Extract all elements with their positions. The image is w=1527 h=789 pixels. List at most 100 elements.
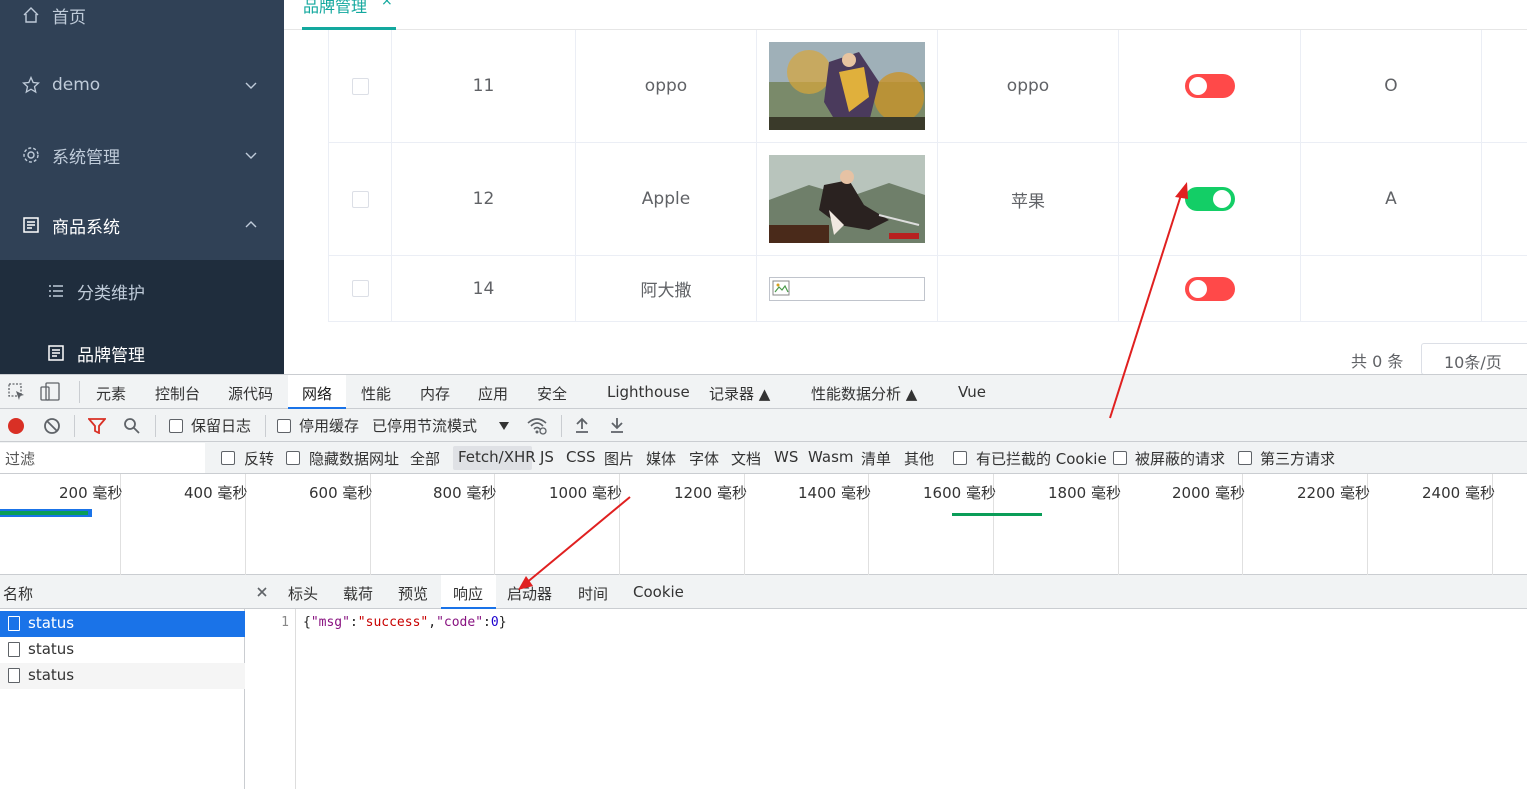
line-number-gutter: 1 xyxy=(245,609,296,789)
invert-checkbox[interactable] xyxy=(221,451,235,465)
detail-tab-timing[interactable]: 时间 xyxy=(578,583,608,604)
detail-tab-initiator[interactable]: 启动器 xyxy=(507,583,552,604)
logo-cell xyxy=(757,256,938,321)
devtools-tab-console[interactable]: 控制台 xyxy=(155,375,200,409)
status-switch[interactable] xyxy=(1184,187,1235,211)
devtools-tab-application[interactable]: 应用 xyxy=(478,375,508,409)
request-list-header[interactable]: 名称 xyxy=(0,575,245,609)
device-toolbar-icon[interactable] xyxy=(40,382,60,402)
filter-type-doc[interactable]: 文档 xyxy=(731,448,761,469)
description-cell xyxy=(938,256,1119,321)
page-size-value: 10条/页 xyxy=(1444,353,1502,372)
blocked-requests-checkbox[interactable] xyxy=(1113,451,1127,465)
filter-input[interactable]: 过滤 xyxy=(0,443,205,473)
detail-tab-bar: 标头 载荷 预览 响应 启动器 时间 Cookie xyxy=(245,575,1527,609)
devtools-tab-performance-insights[interactable]: 性能数据分析 ▲ xyxy=(811,375,917,409)
divider xyxy=(561,415,562,437)
throttling-select[interactable]: 已停用节流模式 xyxy=(372,415,477,436)
chevron-down-icon xyxy=(245,152,257,159)
devtools-tab-network[interactable]: 网络 xyxy=(288,375,346,409)
record-icon[interactable] xyxy=(8,418,24,434)
detail-tab-headers[interactable]: 标头 xyxy=(288,583,318,604)
hide-data-urls-checkbox[interactable] xyxy=(286,451,300,465)
id-cell: 12 xyxy=(392,143,576,255)
menu-item-home[interactable]: 首页 xyxy=(0,0,284,50)
hide-data-urls-label: 隐藏数据网址 xyxy=(309,450,400,468)
disable-cache-label: 停用缓存 xyxy=(299,417,360,435)
devtools-tab-lighthouse[interactable]: Lighthouse xyxy=(607,375,690,409)
menu-item-label: demo xyxy=(52,75,101,95)
row-checkbox[interactable] xyxy=(351,77,369,95)
devtools-tab-sources[interactable]: 源代码 xyxy=(228,375,273,409)
clear-icon[interactable] xyxy=(43,417,61,435)
page-size-select[interactable]: 10条/页 xyxy=(1421,343,1527,375)
checkbox-cell xyxy=(329,143,392,255)
devtools-tab-memory[interactable]: 内存 xyxy=(420,375,450,409)
status-cell xyxy=(1119,30,1301,142)
disable-cache-checkbox[interactable] xyxy=(277,419,291,433)
sub-item-brand[interactable]: 品牌管理 xyxy=(0,322,284,374)
status-switch[interactable] xyxy=(1184,74,1235,98)
third-party-checkbox[interactable] xyxy=(1238,451,1252,465)
inspect-element-icon[interactable] xyxy=(8,383,26,401)
filter-type-all[interactable]: 全部 xyxy=(410,448,440,469)
network-timeline-overview[interactable]: 200 毫秒 400 毫秒 600 毫秒 800 毫秒 1000 毫秒 1200… xyxy=(0,474,1527,575)
caret-down-icon[interactable] xyxy=(498,421,510,431)
json-key: "msg" xyxy=(310,615,350,630)
preserve-log-checkbox[interactable] xyxy=(169,419,183,433)
close-icon[interactable] xyxy=(257,587,267,597)
sub-item-category[interactable]: 分类维护 xyxy=(0,260,284,322)
request-row[interactable]: status xyxy=(0,637,245,663)
menu-item-demo[interactable]: demo xyxy=(0,50,284,120)
divider xyxy=(74,415,75,437)
row-checkbox[interactable] xyxy=(351,190,369,208)
timeline-request-bar-inner xyxy=(0,511,88,515)
chevron-down-icon xyxy=(245,82,257,89)
filter-type-wasm[interactable]: Wasm xyxy=(808,448,854,466)
devtools-tab-elements[interactable]: 元素 xyxy=(96,375,126,409)
blocked-cookies-checkbox[interactable] xyxy=(953,451,967,465)
json-brace: } xyxy=(498,615,507,630)
detail-tab-preview[interactable]: 预览 xyxy=(398,583,428,604)
filter-type-font[interactable]: 字体 xyxy=(689,448,719,469)
request-list: 名称 status status status xyxy=(0,575,245,789)
devtools-tab-performance[interactable]: 性能 xyxy=(361,375,391,409)
filter-type-js[interactable]: JS xyxy=(540,448,554,466)
network-conditions-icon[interactable] xyxy=(526,416,548,436)
search-icon[interactable] xyxy=(123,417,141,435)
switch-knob xyxy=(1188,279,1207,298)
filter-type-manifest[interactable]: 清单 xyxy=(861,448,891,469)
menu-item-goods[interactable]: 商品系统 xyxy=(0,190,284,260)
close-icon[interactable]: × xyxy=(381,0,393,9)
table-row: 12 Apple 苹果 A xyxy=(329,143,1527,256)
detail-tab-response[interactable]: 响应 xyxy=(441,575,496,609)
export-har-icon[interactable] xyxy=(610,417,624,433)
row-checkbox[interactable] xyxy=(351,280,369,297)
filter-type-img[interactable]: 图片 xyxy=(604,448,634,469)
filter-icon[interactable] xyxy=(88,418,106,434)
extra-cell xyxy=(1482,143,1527,255)
pagination-total: 共 0 条 xyxy=(1351,352,1404,371)
menu-item-system[interactable]: 系统管理 xyxy=(0,120,284,190)
request-row[interactable]: status xyxy=(0,611,245,637)
devtools-tab-recorder[interactable]: 记录器 ▲ xyxy=(709,375,770,409)
status-switch[interactable] xyxy=(1184,276,1235,301)
json-key: "code" xyxy=(436,615,484,630)
request-row[interactable]: status xyxy=(0,663,245,689)
filter-type-ws[interactable]: WS xyxy=(774,448,798,466)
detail-tab-cookies[interactable]: Cookie xyxy=(633,583,684,601)
list-icon xyxy=(49,285,63,297)
filter-type-css[interactable]: CSS xyxy=(566,448,596,466)
filter-type-media[interactable]: 媒体 xyxy=(646,448,676,469)
divider xyxy=(79,381,80,403)
devtools-tab-security[interactable]: 安全 xyxy=(537,375,567,409)
switch-knob xyxy=(1188,77,1207,95)
devtools-tab-vue[interactable]: Vue xyxy=(958,375,986,409)
response-body[interactable]: {"msg":"success","code":0} xyxy=(303,615,507,630)
tab-brand-management[interactable]: 品牌管理 × xyxy=(302,0,396,30)
blocked-requests-label: 被屏蔽的请求 xyxy=(1135,450,1226,468)
detail-tab-payload[interactable]: 载荷 xyxy=(343,583,373,604)
filter-type-other[interactable]: 其他 xyxy=(904,448,934,469)
filter-type-fetch-xhr[interactable]: Fetch/XHR xyxy=(458,448,536,466)
import-har-icon[interactable] xyxy=(575,417,589,433)
